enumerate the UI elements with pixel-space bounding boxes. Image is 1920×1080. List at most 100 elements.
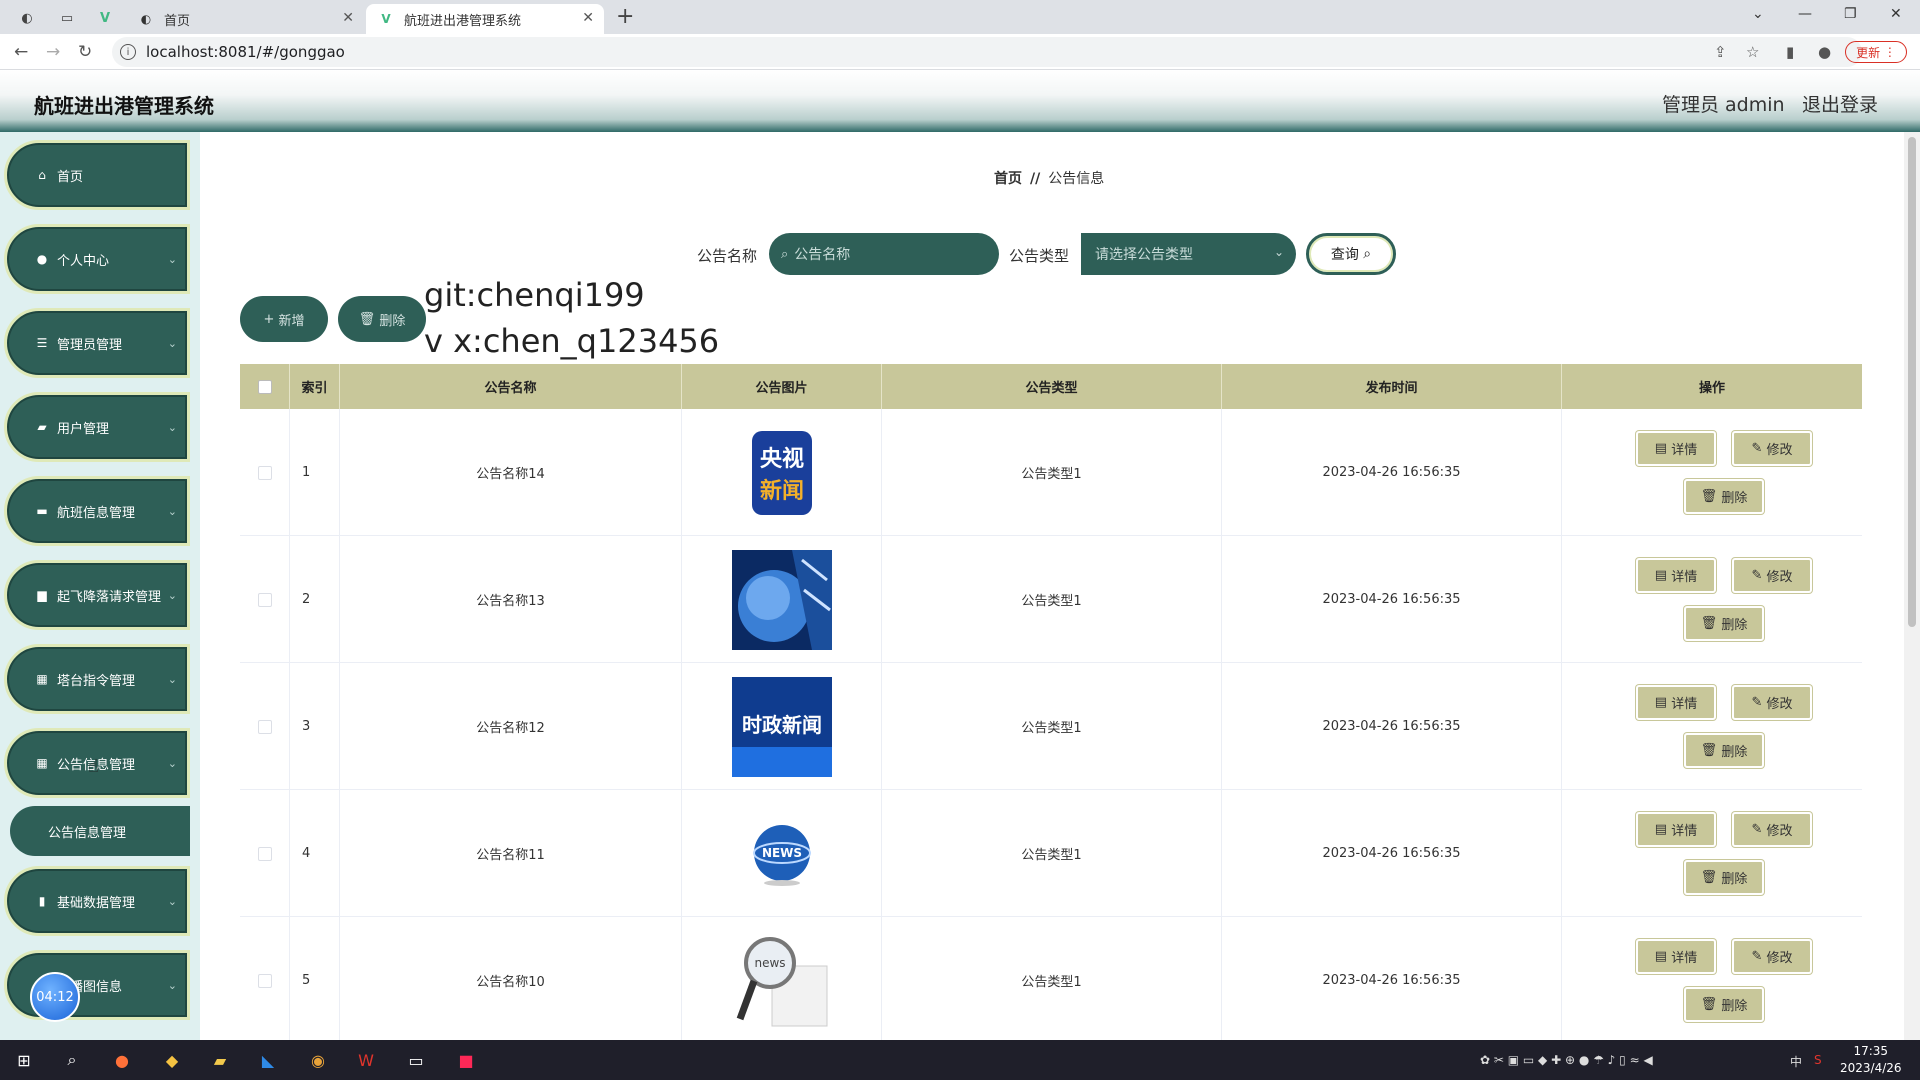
info-icon[interactable]: i [120,44,136,60]
batch-delete-button[interactable]: 🗑 删除 [338,296,426,342]
delete-button[interactable]: 🗑 删除 [1684,860,1764,895]
user-icon: ● [36,252,48,266]
add-button[interactable]: + 新增 [240,296,328,342]
update-button[interactable]: 更新 ⋮ [1845,41,1907,63]
firefox-icon[interactable]: ● [110,1048,134,1072]
edit-button[interactable]: ✎ 修改 [1732,685,1812,720]
row-actions: ▤ 详情 ✎ 修改 🗑 删除 [1562,663,1862,790]
idea-icon[interactable]: ■ [454,1048,478,1072]
logout-link[interactable]: 退出登录 [1802,90,1878,117]
search-icon[interactable]: ⌕ [60,1048,84,1072]
wps-icon[interactable]: W [354,1048,378,1072]
row-checkbox[interactable] [257,719,272,734]
vscode-icon[interactable]: ◣ [256,1048,280,1072]
delete-button[interactable]: 🗑 删除 [1684,987,1764,1022]
page-scrollbar[interactable] [1904,132,1920,1040]
row-image-cell: 时政新闻 [682,663,882,790]
share-icon[interactable]: ⇪ [1714,43,1727,61]
sidebar-item-basedata[interactable]: ▮ 基础数据管理 ⌄ [4,866,190,936]
delete-button[interactable]: 🗑 删除 [1684,606,1764,641]
delete-button[interactable]: 🗑 删除 [1684,733,1764,768]
row-name: 公告名称10 [340,917,682,1044]
detail-button[interactable]: ▤ 详情 [1636,685,1716,720]
chevron-down-icon: ⌄ [167,588,177,602]
detail-button[interactable]: ▤ 详情 [1636,939,1716,974]
tab-app[interactable]: V 航班进出港管理系统 ✕ [366,4,604,34]
query-button[interactable]: 查询 ⌕ [1306,233,1396,275]
reload-icon[interactable]: ↻ [78,42,92,62]
sidebar-item-users[interactable]: ▰ 用户管理 ⌄ [4,392,190,462]
restore-icon[interactable]: ❐ [1844,6,1857,22]
sidebar-item-profile[interactable]: ● 个人中心 ⌄ [4,224,190,294]
select-all-cell [240,364,290,409]
minimize-icon[interactable]: — [1798,6,1812,22]
sidepanel-icon[interactable]: ▮ [1786,43,1794,61]
back-icon[interactable]: ← [14,42,28,62]
row-actions: ▤ 详情 ✎ 修改 🗑 删除 [1562,917,1862,1044]
terminal-icon[interactable]: ▭ [404,1048,428,1072]
star-icon[interactable]: ☆ [1746,43,1759,61]
sidebar-item-admins[interactable]: ☰ 管理员管理 ⌄ [4,308,190,378]
row-checkbox[interactable] [257,846,272,861]
folder-icon[interactable]: ▰ [208,1048,232,1072]
row-checkbox[interactable] [257,973,272,988]
edit-button[interactable]: ✎ 修改 [1732,812,1812,847]
vue-tab-icon[interactable]: V [94,7,116,29]
sidebar-subitem-notices[interactable]: 公告信息管理 [10,806,190,856]
row-checkbox[interactable] [257,465,272,480]
app-icon[interactable]: ◆ [160,1048,184,1072]
edit-button[interactable]: ✎ 修改 [1732,939,1812,974]
row-checkbox[interactable] [257,592,272,607]
header-time: 发布时间 [1222,364,1562,409]
plus-icon: + [263,311,279,327]
svg-text:时政新闻: 时政新闻 [742,713,822,737]
sidebar-item-requests[interactable]: ▆ 起飞降落请求管理 ⌄ [4,560,190,630]
notice-image: news [732,931,832,1031]
row-name: 公告名称14 [340,409,682,536]
sidebar-item-tower[interactable]: ▦ 塔台指令管理 ⌄ [4,644,190,714]
app-title: 航班进出港管理系统 [34,94,214,118]
sidebar-item-home[interactable]: ⌂ 首页 [4,140,190,210]
chevron-down-icon: ⌄ [167,756,177,770]
close-icon[interactable]: ✕ [342,10,354,26]
scrollbar-thumb[interactable] [1908,137,1916,627]
svg-text:news: news [754,956,785,970]
tab-home[interactable]: ◐ 首页 ✕ [126,4,364,34]
new-tab-button[interactable]: + [616,4,634,29]
url-field[interactable]: i localhost:8081/#/gonggao [112,37,1862,67]
profile-icon[interactable]: ● [1818,43,1831,61]
edit-button[interactable]: ✎ 修改 [1732,558,1812,593]
row-select-cell [240,790,290,917]
chevron-down-icon: ⌄ [167,894,177,908]
pinned-tab-icon[interactable]: ▭ [56,7,78,29]
document-icon: ▤ [1654,695,1672,710]
sidebar-item-flights[interactable]: ▬ 航班信息管理 ⌄ [4,476,190,546]
detail-button[interactable]: ▤ 详情 [1636,558,1716,593]
row-select-cell [240,917,290,1044]
tray-app-icon[interactable]: S [1814,1053,1822,1067]
select-all-checkbox[interactable] [257,379,272,394]
pinned-tab-icon[interactable]: ◐ [16,7,38,29]
detail-button[interactable]: ▤ 详情 [1636,812,1716,847]
close-window-icon[interactable]: ✕ [1890,6,1902,22]
delete-button[interactable]: 🗑 删除 [1684,479,1764,514]
news-magnifier-thumbnail: news [736,936,827,1026]
ime-indicator[interactable]: 中 [1790,1053,1802,1070]
browser-tabstrip: ◐ ▭ V ◐ 首页 ✕ V 航班进出港管理系统 ✕ + ⌄ — ❐ ✕ [0,0,1920,34]
tray-icons[interactable]: ✿ ✂ ▣ ▭ ◆ ✚ ⊕ ● ☂ ♪ ▯ ≈ ◀ [1480,1053,1653,1067]
current-news-thumbnail: 时政新闻 [731,676,832,777]
close-icon[interactable]: ✕ [582,10,594,26]
forward-icon[interactable]: → [46,42,60,62]
detail-button[interactable]: ▤ 详情 [1636,431,1716,466]
row-image-cell: news [682,917,882,1044]
edit-button[interactable]: ✎ 修改 [1732,431,1812,466]
windows-start-icon[interactable]: ⊞ [12,1048,36,1072]
row-time: 2023-04-26 16:56:35 [1222,409,1562,536]
breadcrumb-home[interactable]: 首页 [994,171,1022,187]
system-clock[interactable]: 17:35 2023/4/26 [1840,1043,1902,1077]
tab-search-icon[interactable]: ⌄ [1752,6,1764,22]
chrome-icon[interactable]: ◉ [306,1048,330,1072]
notice-name-input[interactable]: ⌕ 公告名称 [769,233,999,275]
row-time: 2023-04-26 16:56:35 [1222,917,1562,1044]
notice-type-select[interactable]: 请选择公告类型 ⌄ [1081,233,1296,275]
